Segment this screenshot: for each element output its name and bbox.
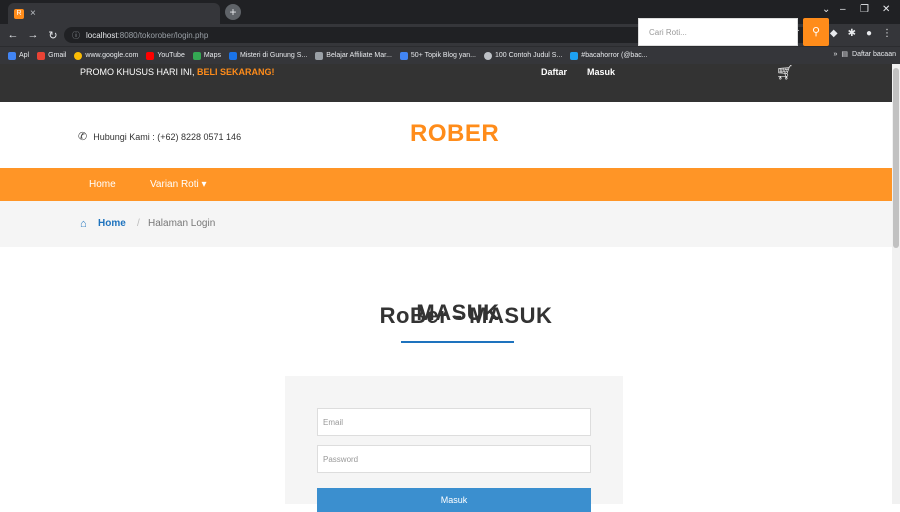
site-logo[interactable]: ROBER <box>410 120 499 148</box>
search-input[interactable] <box>638 18 798 46</box>
gmail-icon <box>37 51 46 60</box>
password-field[interactable] <box>317 445 591 473</box>
promo-text: PROMO KHUSUS HARI INI, BELI SEKARANG! <box>80 67 275 77</box>
apps-grid-icon <box>8 51 16 60</box>
bookmark-item[interactable]: Apl <box>8 51 29 60</box>
reading-list-button[interactable]: Daftar bacaan <box>852 51 896 58</box>
maximize-button[interactable]: ❐ <box>860 4 869 15</box>
bookmark-item[interactable]: 50+ Topik Blog yan... <box>399 51 476 60</box>
page-icon <box>315 51 324 60</box>
login-button[interactable]: Masuk <box>317 488 591 512</box>
back-icon[interactable]: ← <box>6 29 20 41</box>
contact-info: ✆ Hubungi Kami : (+62) 8228 0571 146 <box>78 130 241 143</box>
promo-emphasis: BELI SEKARANG! <box>197 67 275 77</box>
url-path: :8080/tokorober/login.php <box>117 30 209 40</box>
minimize-button[interactable]: – <box>840 4 846 15</box>
promo-bar: PROMO KHUSUS HARI INI, BELI SEKARANG! Da… <box>0 64 892 102</box>
bookmark-item[interactable]: #bacahorror (@bac... <box>570 51 648 60</box>
profile-avatar-icon[interactable]: ● <box>866 28 872 39</box>
bookmark-item[interactable]: YouTube <box>146 51 185 60</box>
search-icon: ⚲ <box>811 26 821 38</box>
contact-text: Hubungi Kami : (+62) 8228 0571 146 <box>93 131 242 142</box>
email-field[interactable] <box>317 408 591 436</box>
tab-close-icon[interactable]: × <box>30 8 36 19</box>
url-host: localhost <box>86 30 118 40</box>
bookmark-item[interactable]: Maps <box>192 51 221 60</box>
login-panel <box>285 376 623 504</box>
breadcrumb-current: Halaman Login <box>148 218 216 229</box>
blog-icon <box>399 51 408 60</box>
reload-icon[interactable]: ↻ <box>46 29 60 42</box>
tab-search-icon[interactable]: ⌄ <box>822 4 830 15</box>
search-button[interactable]: ⚲ <box>803 18 829 46</box>
breadcrumb-home-link[interactable]: Home <box>98 218 126 229</box>
youtube-icon <box>146 51 155 60</box>
google-icon <box>74 51 83 60</box>
browser-menu-icon[interactable]: ⋮ <box>882 28 892 39</box>
extension-icon[interactable]: ◆ <box>830 28 838 39</box>
home-icon: ⌂ <box>80 218 87 230</box>
new-tab-button[interactable]: + <box>225 4 241 20</box>
breadcrumb: ⌂ Home / Halaman Login <box>0 201 892 247</box>
scrollbar-thumb[interactable] <box>893 68 899 248</box>
phone-icon: ✆ <box>78 131 88 143</box>
browser-tab[interactable]: R RoBer - MASUK × <box>8 3 552 328</box>
login-link[interactable]: Masuk <box>587 67 615 77</box>
site-header: ✆ Hubungi Kami : (+62) 8228 0571 146 ROB… <box>0 102 892 168</box>
close-window-button[interactable]: ✕ <box>882 4 890 15</box>
bookmark-item[interactable]: Gmail <box>37 51 66 60</box>
main-nav: Home Varian Roti ▾ <box>0 168 892 201</box>
bookmark-item[interactable]: www.google.com <box>74 51 138 60</box>
page-scrollbar[interactable] <box>892 64 900 504</box>
more-bookmarks-icon[interactable]: » <box>833 51 837 58</box>
forward-icon[interactable]: → <box>26 29 40 41</box>
cart-icon[interactable]: 🛒︎ <box>776 64 794 81</box>
register-link[interactable]: Daftar <box>541 67 567 77</box>
maps-icon <box>192 51 201 60</box>
nav-item-varian-roti[interactable]: Varian Roti ▾ <box>150 179 207 190</box>
page-title: MASUK <box>416 300 500 325</box>
bookmark-item[interactable]: Misteri di Gunung S... <box>228 51 307 60</box>
site-favicon-icon: R <box>14 8 24 19</box>
reading-list-icon: ▤ <box>841 51 849 58</box>
bookmark-item[interactable]: 100 Contoh Judul S... <box>483 51 562 60</box>
breadcrumb-separator: / <box>137 218 140 229</box>
site-info-icon[interactable]: ⓘ <box>72 30 80 41</box>
twitter-icon <box>570 51 579 60</box>
title-underline <box>401 341 514 343</box>
extensions-puzzle-icon[interactable]: ✱ <box>848 28 856 39</box>
bookmark-item[interactable]: Belajar Affiliate Mar... <box>315 51 392 60</box>
globe-icon <box>483 51 492 60</box>
bookmarks-bar: Apl Gmail www.google.com YouTube Maps Mi… <box>0 46 900 64</box>
blog-icon <box>228 51 237 60</box>
nav-item-home[interactable]: Home <box>89 179 116 190</box>
